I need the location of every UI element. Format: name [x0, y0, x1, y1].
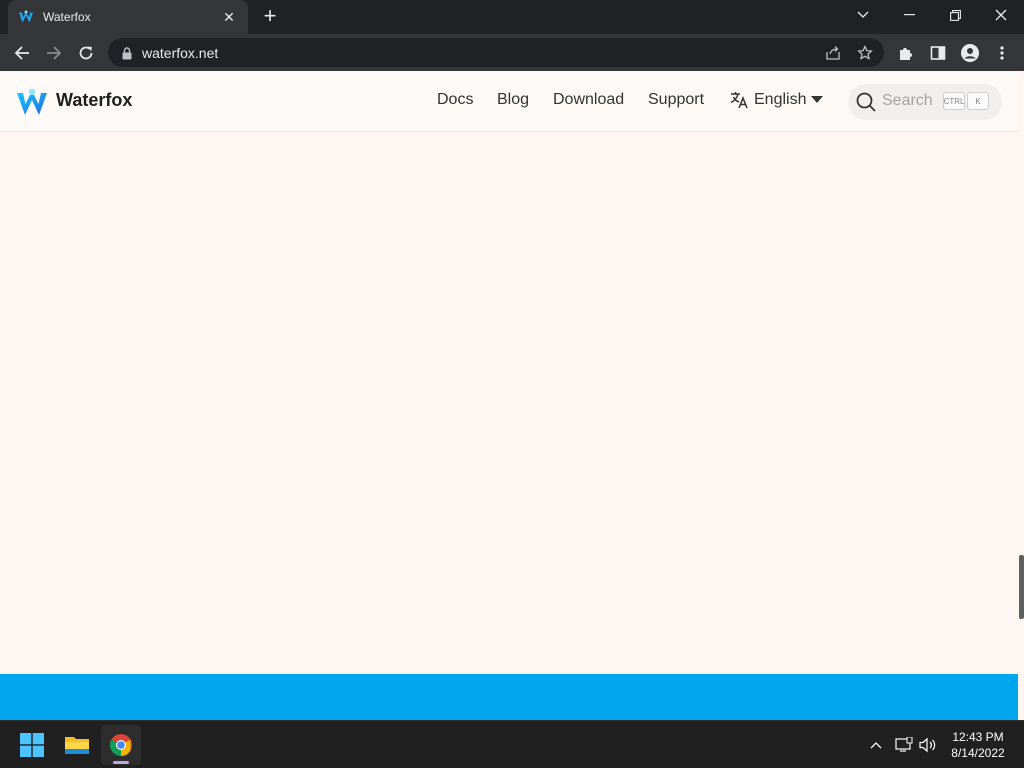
search-placeholder: Search	[882, 92, 933, 109]
close-window-icon[interactable]	[978, 0, 1024, 30]
taskbar: 12:43 PM 8/14/2022	[0, 720, 1024, 768]
profile-icon[interactable]	[956, 39, 984, 67]
file-explorer-icon[interactable]	[57, 725, 97, 765]
accent-band	[0, 674, 1018, 720]
side-panel-icon[interactable]	[924, 39, 952, 67]
clock-time: 12:43 PM	[952, 730, 1004, 744]
search-icon	[856, 92, 876, 112]
site-header: Waterfox Docs Blog Download Support Engl…	[0, 71, 1018, 132]
caret-down-icon	[811, 96, 824, 103]
star-icon[interactable]	[856, 44, 874, 62]
browser-tab[interactable]: Waterfox ✕	[8, 0, 248, 34]
forward-arrow-icon[interactable]	[40, 39, 68, 67]
minimize-icon[interactable]	[886, 0, 932, 30]
lock-icon[interactable]	[118, 44, 136, 62]
tab-title: Waterfox	[43, 10, 91, 24]
browser-toolbar: waterfox.net	[0, 34, 1024, 71]
translate-icon	[730, 92, 748, 109]
page-viewport: Waterfox Docs Blog Download Support Engl…	[0, 71, 1024, 720]
scrollbar[interactable]	[1018, 71, 1024, 720]
windows-start-icon[interactable]	[12, 725, 52, 765]
system-clock[interactable]: 12:43 PM 8/14/2022	[940, 729, 1016, 761]
puzzle-icon[interactable]	[892, 39, 920, 67]
close-icon[interactable]: ✕	[220, 8, 238, 26]
address-bar[interactable]: waterfox.net	[108, 38, 884, 67]
language-label: English	[754, 91, 807, 108]
waterfox-logo-icon[interactable]	[16, 87, 48, 117]
url-text: waterfox.net	[142, 45, 219, 61]
nav-link-docs[interactable]: Docs	[437, 91, 473, 109]
shortcut-key-ctrl: CTRL	[943, 92, 965, 110]
brand-name[interactable]: Waterfox	[56, 90, 132, 111]
clock-date: 8/14/2022	[951, 746, 1005, 760]
waterfox-logo-icon	[19, 10, 33, 23]
share-icon[interactable]	[824, 44, 842, 62]
search-box[interactable]: Search CTRL K	[848, 84, 1002, 120]
kebab-menu-icon[interactable]	[988, 39, 1016, 67]
network-icon[interactable]	[894, 735, 914, 755]
scrollbar-thumb[interactable]	[1019, 555, 1024, 619]
tab-strip: Waterfox ✕ +	[0, 0, 1024, 34]
chrome-icon[interactable]	[101, 725, 141, 765]
plus-icon[interactable]: +	[258, 5, 282, 28]
back-arrow-icon[interactable]	[8, 39, 36, 67]
nav-link-download[interactable]: Download	[553, 91, 624, 109]
shortcut-key-k: K	[967, 92, 989, 110]
restore-icon[interactable]	[932, 0, 978, 30]
chevron-up-icon[interactable]	[866, 735, 886, 755]
chevron-down-icon[interactable]	[840, 0, 886, 30]
language-selector[interactable]: English	[729, 89, 824, 111]
nav-link-support[interactable]: Support	[648, 91, 704, 109]
nav-link-blog[interactable]: Blog	[497, 91, 529, 109]
reload-icon[interactable]	[72, 39, 100, 67]
active-app-indicator	[113, 761, 129, 764]
volume-icon[interactable]	[918, 735, 938, 755]
